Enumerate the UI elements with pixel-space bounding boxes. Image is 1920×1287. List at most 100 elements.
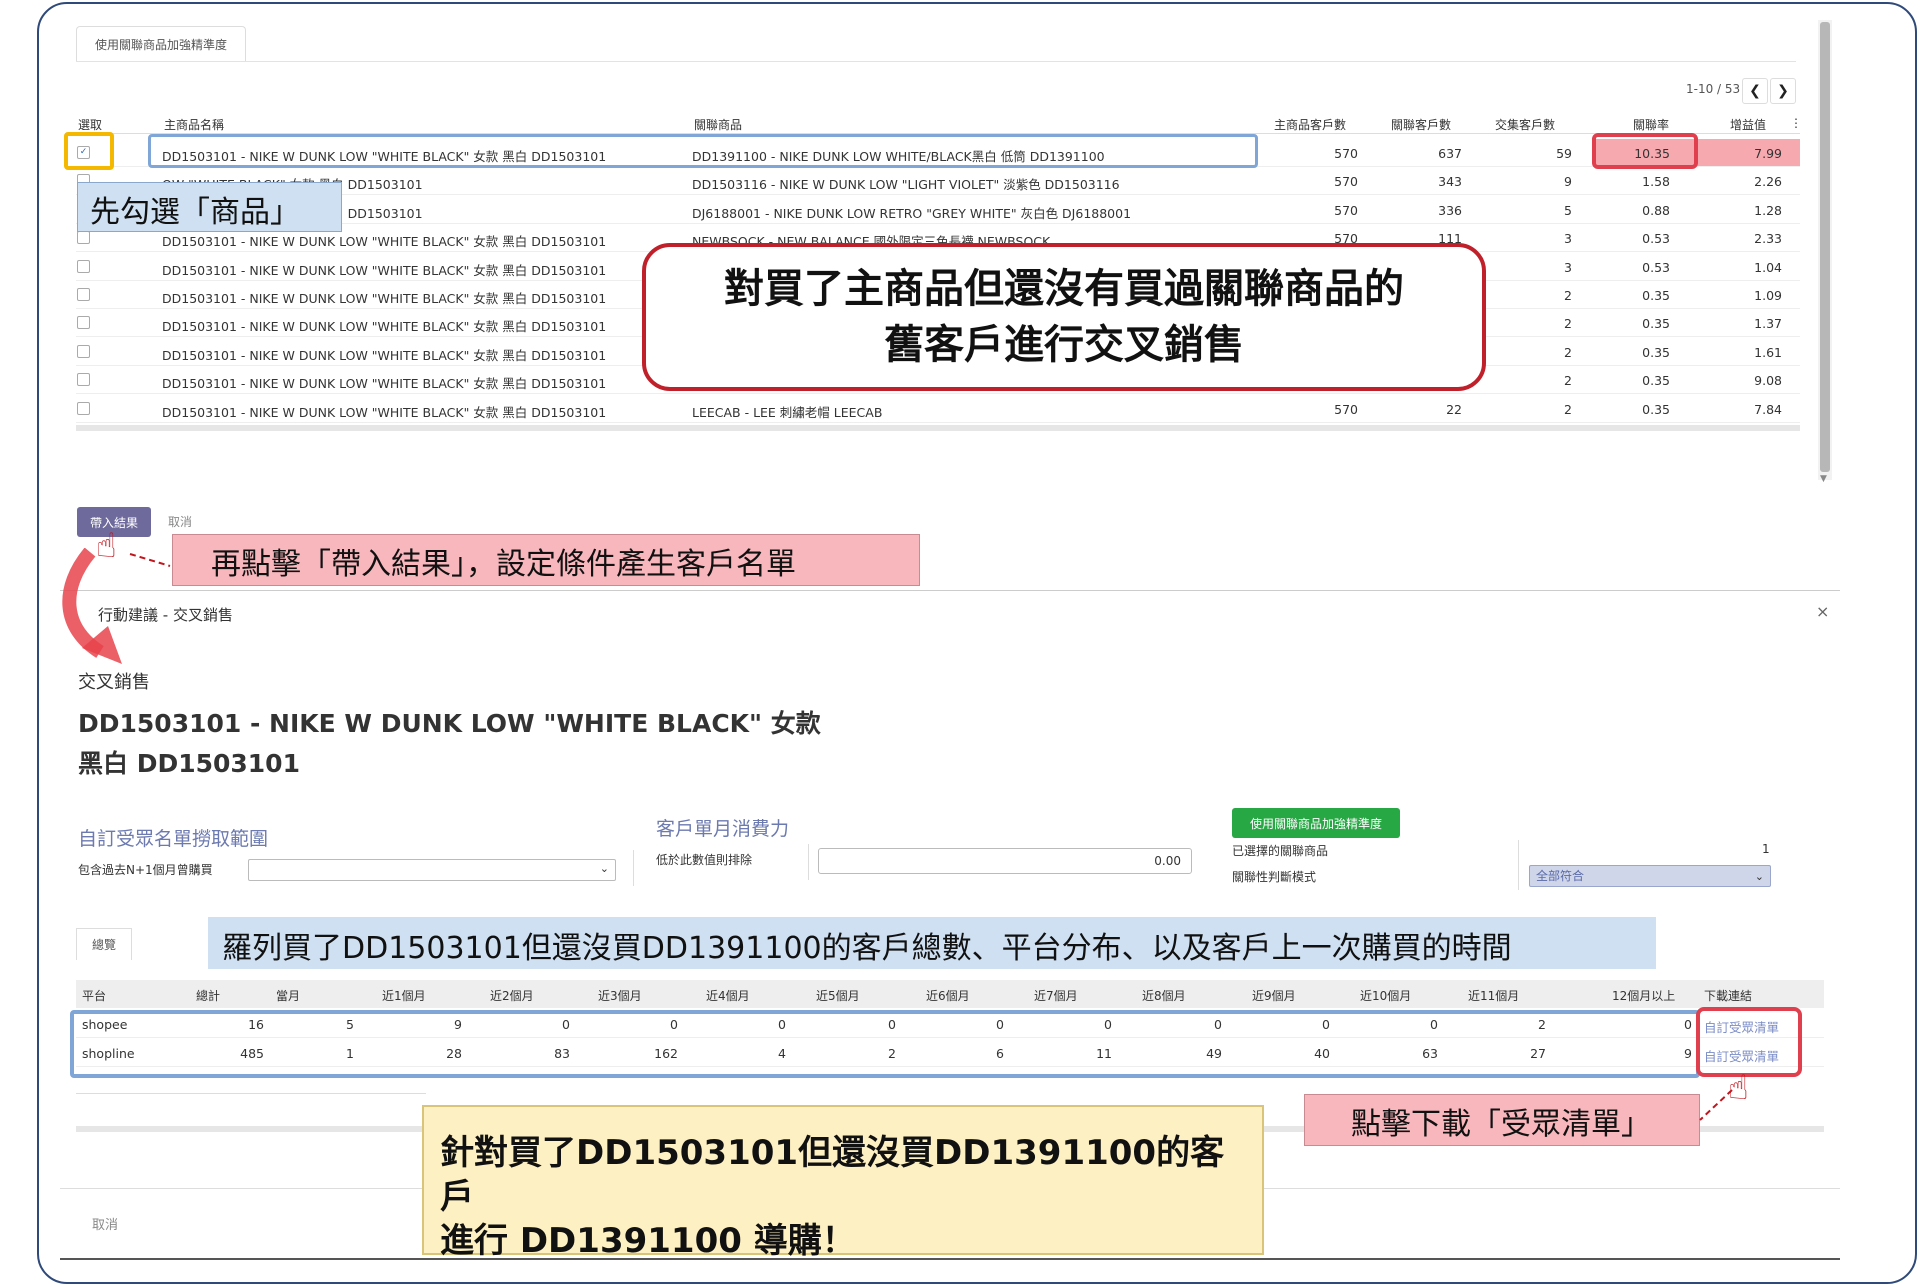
cell-rate: 0.35 [1642, 344, 1670, 360]
row-checkbox[interactable] [77, 373, 90, 387]
selected-related-count: 1 [1762, 842, 1770, 856]
col-related-product[interactable]: 關聯商品 [694, 116, 742, 133]
cell-inter: 9 [1564, 174, 1572, 190]
cell-related: DJ6188001 - NIKE DUNK LOW RETRO "GREY WH… [692, 205, 1132, 221]
summary-col: 近10個月 [1360, 989, 1412, 1003]
tab-precision[interactable]: 使用關聯商品加強精準度 [76, 26, 246, 62]
tab-summary[interactable]: 總覽 [76, 928, 132, 960]
cell-rel-c: 22 [1446, 401, 1462, 417]
col-main-customers[interactable]: 主商品客戶數 [1274, 116, 1346, 133]
scroll-down-icon[interactable]: ▼ [1820, 474, 1827, 484]
annotation-main-line2: 舊客戶進行交叉銷售 [884, 322, 1244, 368]
annotation-row-highlight [148, 134, 1258, 168]
cancel-button-top[interactable]: 取消 [168, 513, 192, 530]
cell-lift: 2.26 [1754, 174, 1782, 190]
cell-lift: 1.09 [1754, 288, 1782, 303]
summary-col: 近9個月 [1252, 989, 1296, 1003]
mode-select[interactable]: 全部符合 ⌄ [1529, 865, 1771, 887]
col-lift[interactable]: 增益值 [1730, 116, 1766, 133]
spend-input[interactable]: 0.00 [818, 848, 1192, 874]
col-intersect-customers[interactable]: 交集客戶數 [1495, 116, 1555, 133]
annotation-conclusion-line2: 進行 DD1391100 導購！ [440, 1221, 856, 1261]
divider [1518, 840, 1519, 890]
section-label: 交叉銷售 [78, 672, 150, 693]
grid-header: 選取 主商品名稱 關聯商品 主商品客戶數 關聯客戶數 交集客戶數 關聯率 增益值… [76, 112, 1802, 134]
cell-lift: 1.37 [1754, 316, 1782, 332]
cell-rate: 0.53 [1642, 259, 1670, 275]
cancel-button-bottom[interactable]: 取消 [92, 1214, 118, 1233]
summary-col: 近7個月 [1034, 989, 1078, 1003]
summary-col: 近5個月 [816, 989, 860, 1003]
pager-prev-button[interactable]: ❮ [1742, 78, 1768, 104]
mode-value: 全部符合 [1536, 869, 1585, 883]
summary-col: 近2個月 [490, 989, 534, 1003]
chevron-down-icon: ⌄ [599, 862, 609, 875]
cell-main: DD1503101 - NIKE W DUNK LOW "WHITE BLACK… [162, 404, 607, 420]
row-checkbox[interactable] [77, 401, 90, 415]
summary-col: 總計 [196, 989, 221, 1003]
tab-divider [76, 61, 1796, 62]
cell-inter: 5 [1564, 202, 1572, 218]
cell-main: DD1503101 - NIKE W DUNK LOW "WHITE BLACK… [162, 347, 607, 363]
spend-label: 低於此數值則排除 [656, 853, 753, 867]
cell-related: LEECAB - LEE 刺繡老帽 LEECAB [692, 404, 883, 420]
cell-rate: 0.88 [1642, 202, 1670, 218]
dashed-connector [1699, 1089, 1733, 1121]
summary-col: 近1個月 [382, 989, 426, 1003]
audience-label: 包含過去N+1個月曾購買 [78, 863, 213, 877]
pager-next-button[interactable]: ❯ [1770, 78, 1796, 104]
annotation-download-note: 點擊下載「受眾清單」 [1304, 1094, 1700, 1146]
grid-footer-bar [76, 425, 1800, 431]
cell-related: DD1503116 - NIKE W DUNK LOW "LIGHT VIOLE… [692, 177, 1120, 193]
cell-inter: 2 [1564, 373, 1572, 389]
annotation-main-callout: 對買了主商品但還沒有買過關聯商品的 舊客戶進行交叉銷售 [642, 243, 1486, 391]
cell-rel-c: 343 [1438, 174, 1462, 190]
summary-col: 近6個月 [926, 989, 970, 1003]
precision-button[interactable]: 使用關聯商品加強精準度 [1232, 808, 1400, 838]
arrow-icon [62, 548, 171, 664]
row-checkbox[interactable] [77, 288, 90, 301]
cell-main: DD1503101 - NIKE W DUNK LOW "WHITE BLACK… [162, 319, 607, 335]
cell-rate: 0.35 [1642, 316, 1670, 332]
spend-header: 客戶單月消費力 [656, 818, 790, 840]
audience-header: 自訂受眾名單撈取範圍 [78, 828, 269, 850]
table-row[interactable]: DD1503101 - NIKE W DUNK LOW "WHITE BLACK… [76, 395, 1800, 423]
row-checkbox[interactable] [77, 344, 90, 358]
scrollbar-thumb[interactable] [1820, 22, 1830, 472]
summary-col: 近11個月 [1468, 989, 1520, 1003]
cell-inter: 3 [1564, 259, 1572, 275]
mode-label: 關聯性判斷模式 [1232, 870, 1317, 884]
cell-lift: 1.04 [1754, 259, 1782, 275]
cell-rate: 1.58 [1642, 174, 1670, 190]
summary-col: 近8個月 [1142, 989, 1186, 1003]
row-checkbox[interactable] [77, 231, 90, 245]
row-checkbox[interactable] [77, 259, 90, 273]
col-select[interactable]: 選取 [78, 116, 102, 133]
column-menu-icon[interactable]: ⋮ [1790, 116, 1802, 130]
close-icon[interactable]: × [1816, 602, 1829, 621]
cell-rate: 0.35 [1642, 401, 1670, 417]
col-main-product[interactable]: 主商品名稱 [164, 116, 224, 133]
product-title: DD1503101 - NIKE W DUNK LOW "WHITE BLACK… [78, 709, 821, 778]
annotation-summary-highlight [70, 1010, 1700, 1078]
col-related-customers[interactable]: 關聯客戶數 [1391, 116, 1451, 133]
audience-select[interactable]: ⌄ [248, 859, 616, 881]
summary-col: 下載連結 [1704, 989, 1753, 1003]
annotation-rate-highlight [1592, 133, 1698, 169]
panel-separator [60, 590, 1840, 591]
row-checkbox[interactable] [77, 316, 90, 330]
cell-main: DD1503101 - NIKE W DUNK LOW "WHITE BLACK… [162, 291, 607, 306]
summary-divider [76, 1093, 426, 1094]
cell-lift: 9.08 [1754, 373, 1782, 389]
cell-main-c: 570 [1334, 146, 1358, 161]
cell-inter: 2 [1564, 401, 1572, 417]
cell-lift: 1.28 [1754, 202, 1782, 218]
cell-inter: 2 [1564, 344, 1572, 360]
cell-main: DD1503101 - NIKE W DUNK LOW "WHITE BLACK… [162, 376, 607, 392]
chevron-down-icon: ⌄ [1754, 870, 1764, 883]
cell-lift: 2.33 [1754, 231, 1782, 247]
divider [633, 850, 634, 886]
cell-main-c: 570 [1334, 174, 1358, 190]
col-relation-rate[interactable]: 關聯率 [1633, 116, 1669, 133]
pager-label: 1-10 / 53 [1686, 82, 1741, 96]
